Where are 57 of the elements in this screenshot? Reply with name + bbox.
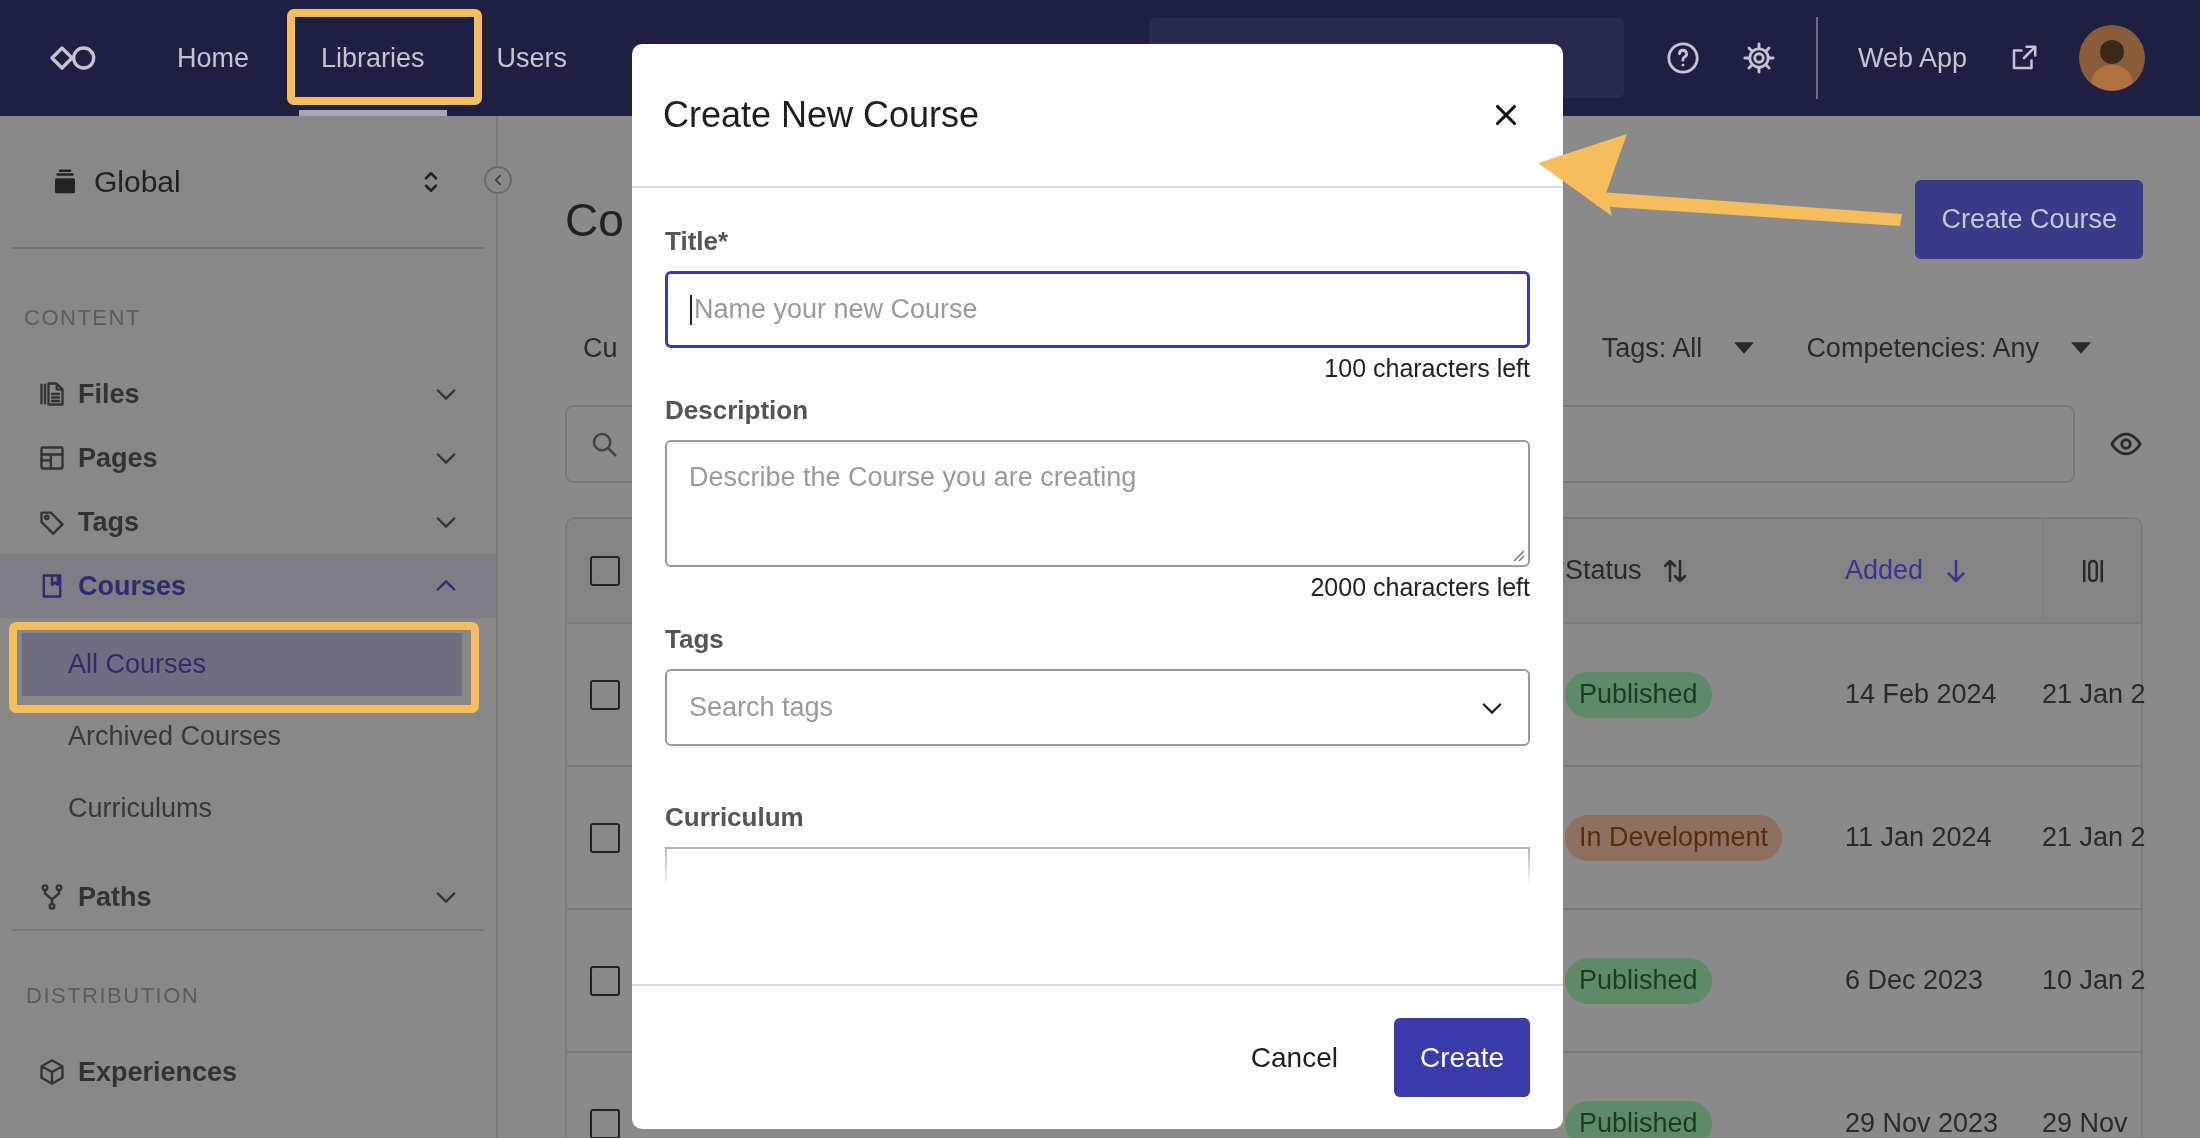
caret-down-icon[interactable] — [1734, 342, 1755, 354]
sidebar-item[interactable]: Files — [0, 362, 496, 426]
caret-down-icon[interactable] — [2071, 342, 2091, 354]
cancel-button[interactable]: Cancel — [1250, 1018, 1338, 1097]
pages-icon — [38, 444, 66, 472]
resize-grip-icon[interactable] — [1511, 548, 1525, 562]
dialog-title: Create New Course — [663, 94, 981, 136]
checkbox[interactable] — [590, 1108, 620, 1138]
table-cell-text: 29 Nov 2023 — [1845, 1108, 2000, 1138]
settings-icon[interactable] — [1741, 41, 1776, 75]
filter-dropdown[interactable]: Tags: All — [1601, 332, 1703, 364]
status-badge: Published — [1565, 671, 1712, 718]
text-cursor — [690, 294, 692, 325]
table-cell-text: 29 Nov — [2042, 1108, 2129, 1138]
avatar[interactable] — [2079, 25, 2145, 91]
sidebar-subitem[interactable]: Archived Courses — [22, 705, 462, 768]
sidebar-subitem[interactable]: Curriculums — [22, 777, 462, 840]
field-label: Tags — [665, 624, 725, 655]
table-cell-text: 11 Jan 2024 — [1845, 822, 1993, 853]
checkbox[interactable] — [590, 555, 620, 586]
checkbox[interactable] — [590, 822, 620, 853]
sidebar-item[interactable]: Courses — [0, 554, 496, 618]
sidebar-item[interactable]: Tags — [0, 490, 496, 554]
checkbox[interactable] — [590, 965, 620, 996]
page-title: Co — [565, 192, 624, 247]
sidebar-item[interactable]: Pages — [0, 426, 496, 490]
filter-dropdown[interactable]: Cu — [583, 332, 618, 364]
field-label: Title* — [665, 226, 730, 257]
field-label: Description — [665, 395, 810, 426]
web-app-link[interactable]: Web App — [1857, 42, 1967, 74]
field-label: Curriculum — [665, 802, 805, 833]
create-button[interactable]: Create — [1393, 1018, 1530, 1097]
nav-tab[interactable]: Home — [155, 0, 272, 116]
filter-dropdown[interactable]: Competencies: Any — [1806, 332, 2039, 364]
sidebar-item[interactable]: Experiences — [0, 1040, 496, 1104]
sidebar-item[interactable]: Paths — [0, 865, 496, 929]
tags-select[interactable]: Search tags — [665, 669, 1530, 746]
status-badge: In Development — [1565, 814, 1783, 861]
nav-tab[interactable]: Users — [474, 0, 590, 116]
column-header[interactable]: Added — [1845, 555, 1924, 586]
create-course-button[interactable]: Create Course — [1915, 180, 2143, 259]
title-field[interactable]: Name your new Course — [665, 271, 1530, 348]
character-counter: 100 characters left — [1323, 354, 1530, 383]
sidebar-subitem[interactable]: All Courses — [22, 633, 462, 696]
help-icon[interactable] — [1665, 41, 1700, 75]
column-header[interactable]: Status — [1565, 555, 1642, 586]
library-scope[interactable]: Global — [94, 164, 402, 199]
status-badge: Published — [1565, 957, 1712, 1004]
checkbox[interactable] — [590, 679, 620, 710]
table-cell-text: 6 Dec 2023 — [1845, 965, 1985, 996]
status-badge: Published — [1565, 1100, 1712, 1138]
cube-icon — [38, 1058, 66, 1086]
table-cell-text: 14 Feb 2024 — [1845, 679, 1998, 710]
files-icon — [38, 380, 66, 408]
character-counter: 2000 characters left — [1309, 573, 1530, 602]
collapse-button[interactable] — [484, 166, 512, 194]
description-field[interactable]: Describe the Course you are creating — [665, 440, 1530, 567]
